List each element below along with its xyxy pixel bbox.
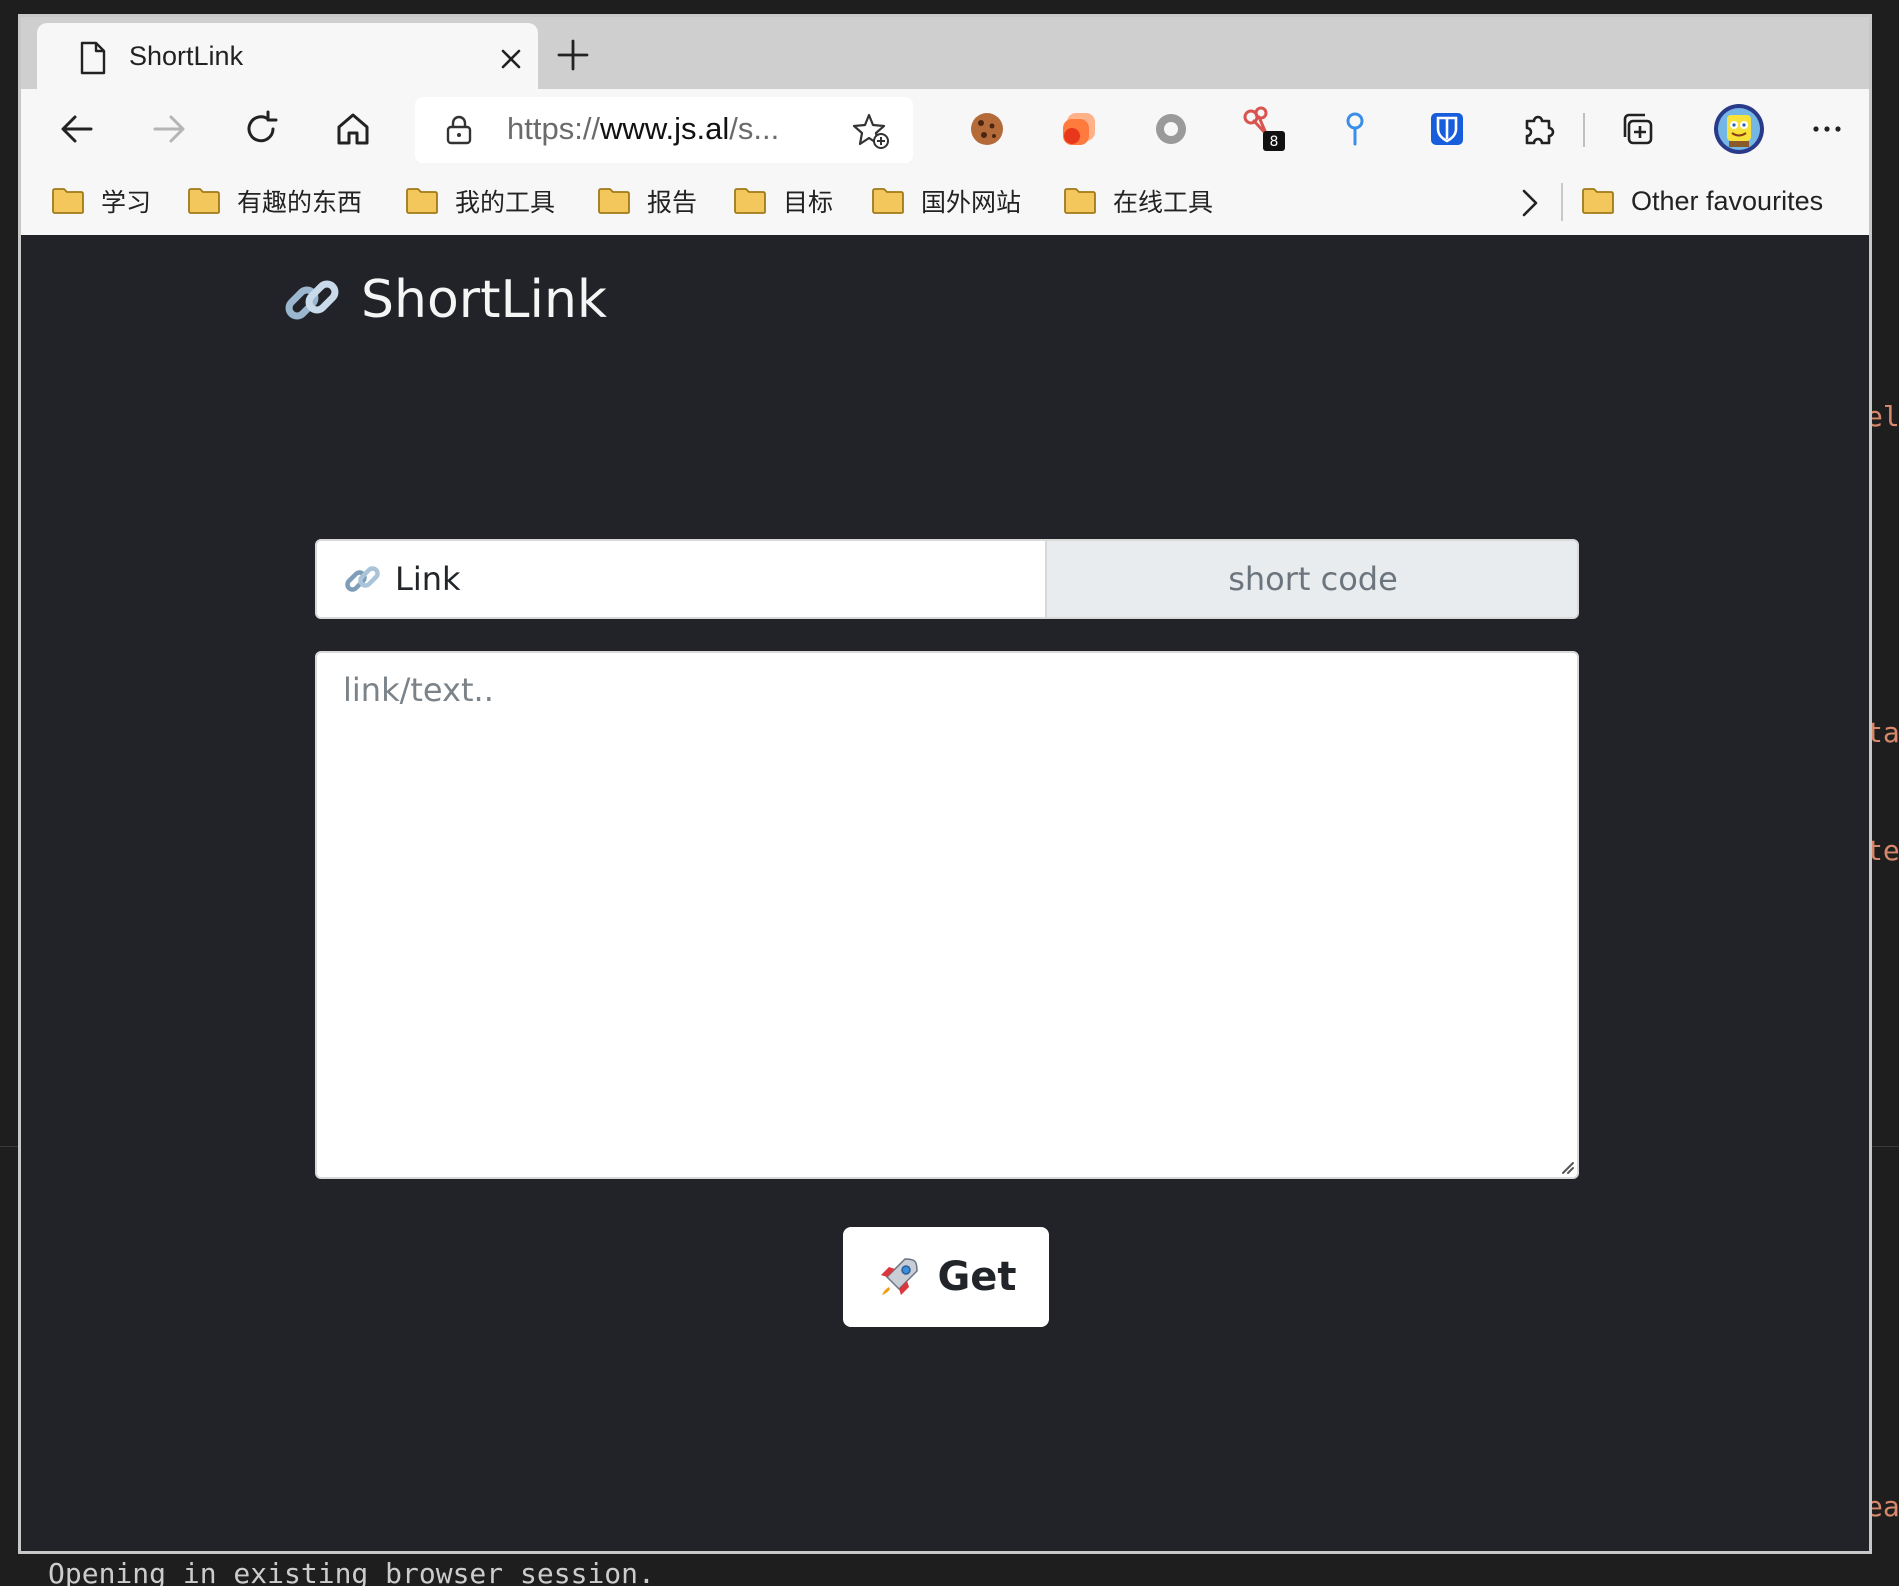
bitwarden-button[interactable] xyxy=(1421,103,1473,155)
toolbar-separator xyxy=(1583,113,1585,147)
extension-badge: 8 xyxy=(1270,134,1279,150)
favorite-folder[interactable]: 在线工具 xyxy=(1063,183,1213,219)
favorite-folder-label: 国外网站 xyxy=(921,188,1022,217)
folder-icon xyxy=(734,188,766,214)
mode-switch: Link short code xyxy=(315,539,1579,619)
favorite-folder-label: 目标 xyxy=(783,188,834,217)
terminal-top xyxy=(0,0,1899,14)
new-tab-icon[interactable] xyxy=(555,37,591,73)
forward-button[interactable] xyxy=(143,103,195,155)
favorite-folder[interactable]: 国外网站 xyxy=(871,183,1021,219)
folder-icon xyxy=(598,188,630,214)
tab-short-code-label: short code xyxy=(1228,560,1398,598)
collections-icon xyxy=(1623,113,1653,145)
back-button[interactable] xyxy=(51,103,103,155)
favorite-folder[interactable]: 我的工具 xyxy=(405,183,555,219)
resize-handle-icon[interactable] xyxy=(1557,1157,1575,1175)
tab-link[interactable]: Link xyxy=(317,541,1047,617)
link-text-input[interactable] xyxy=(315,651,1579,1179)
favorite-folder-label: 我的工具 xyxy=(455,188,556,217)
tab-link-label: Link xyxy=(395,560,461,598)
document-icon xyxy=(80,41,106,75)
favorite-folder-label: 在线工具 xyxy=(1113,188,1214,217)
get-button[interactable]: Get xyxy=(843,1227,1049,1327)
bitwarden-icon xyxy=(1431,113,1463,145)
favorite-folder-label: 学习 xyxy=(101,188,152,217)
profile-button[interactable] xyxy=(1711,101,1767,157)
orange-extension-icon xyxy=(1063,113,1095,145)
pin-icon xyxy=(1346,112,1364,146)
folder-icon xyxy=(1582,188,1614,214)
other-favourites[interactable]: Other favourites xyxy=(1581,183,1823,219)
site-title: ShortLink xyxy=(361,270,608,330)
url-path: /s... xyxy=(729,111,780,146)
browser-window: ShortLink https://www.js.al/s... 8 学习 有趣… xyxy=(18,14,1872,1554)
folder-icon xyxy=(52,188,84,214)
collections-button[interactable] xyxy=(1611,103,1663,155)
back-arrow-icon xyxy=(61,115,93,143)
chevron-right-icon[interactable] xyxy=(1515,187,1543,219)
circle-extension-button[interactable] xyxy=(1145,103,1197,155)
refresh-button[interactable] xyxy=(235,103,287,155)
scissors-extension-button[interactable]: 8 xyxy=(1237,103,1289,155)
cookie-icon xyxy=(971,113,1003,145)
favorite-folder[interactable]: 学习 xyxy=(51,183,151,219)
favorites-separator xyxy=(1561,183,1563,221)
other-favourites-label: Other favourites xyxy=(1631,185,1824,216)
lock-icon[interactable] xyxy=(445,115,473,145)
site-brand[interactable]: ShortLink xyxy=(281,269,607,331)
rocket-icon xyxy=(881,1258,919,1295)
get-button-label: Get xyxy=(937,1254,1017,1300)
folder-icon xyxy=(872,188,904,214)
favorite-folder-label: 报告 xyxy=(647,188,698,217)
pin-extension-button[interactable] xyxy=(1329,103,1381,155)
link-icon xyxy=(285,280,339,320)
address-bar[interactable]: https://www.js.al/s... xyxy=(415,97,913,163)
tab-short-code[interactable]: short code xyxy=(1047,541,1577,617)
orange-extension-button[interactable] xyxy=(1053,103,1105,155)
circle-extension-icon xyxy=(1156,114,1186,144)
folder-icon xyxy=(1064,188,1096,214)
tab-shortlink[interactable]: ShortLink xyxy=(37,23,538,89)
link-icon xyxy=(345,566,380,592)
puzzle-icon xyxy=(1525,115,1555,145)
browser-toolbar: https://www.js.al/s... 8 xyxy=(21,89,1869,169)
favorite-folder[interactable]: 有趣的东西 xyxy=(187,183,362,219)
home-icon xyxy=(337,113,369,145)
tab-title: ShortLink xyxy=(129,41,244,71)
more-icon xyxy=(1813,126,1841,132)
forward-arrow-icon xyxy=(153,115,185,143)
folder-icon xyxy=(188,188,220,214)
terminal-output: Opening in existing browser session. xyxy=(48,1557,655,1586)
scissors-icon: 8 xyxy=(1243,106,1285,151)
page-content: ShortLink Link short code link/text.. Ge… xyxy=(21,235,1869,1551)
url-scheme: https:// xyxy=(507,111,601,146)
tab-strip: ShortLink xyxy=(21,17,1869,89)
favorites-bar: 学习 有趣的东西 我的工具 报告 目标 国外网站 在线工具 Other favo… xyxy=(21,169,1869,235)
folder-icon xyxy=(406,188,438,214)
more-button[interactable] xyxy=(1801,103,1853,155)
cookie-extension-button[interactable] xyxy=(961,103,1013,155)
close-icon[interactable] xyxy=(499,47,523,71)
favorite-folder[interactable]: 目标 xyxy=(733,183,833,219)
favorite-folder-label: 有趣的东西 xyxy=(237,188,363,217)
profile-avatar xyxy=(1714,104,1764,154)
refresh-icon xyxy=(247,110,278,143)
extensions-button[interactable] xyxy=(1513,103,1565,155)
add-favorite-icon[interactable] xyxy=(851,111,891,151)
favorite-folder[interactable]: 报告 xyxy=(597,183,697,219)
home-button[interactable] xyxy=(327,103,379,155)
url-text: https://www.js.al/s... xyxy=(507,111,779,147)
url-host: www.js.al xyxy=(600,111,730,146)
